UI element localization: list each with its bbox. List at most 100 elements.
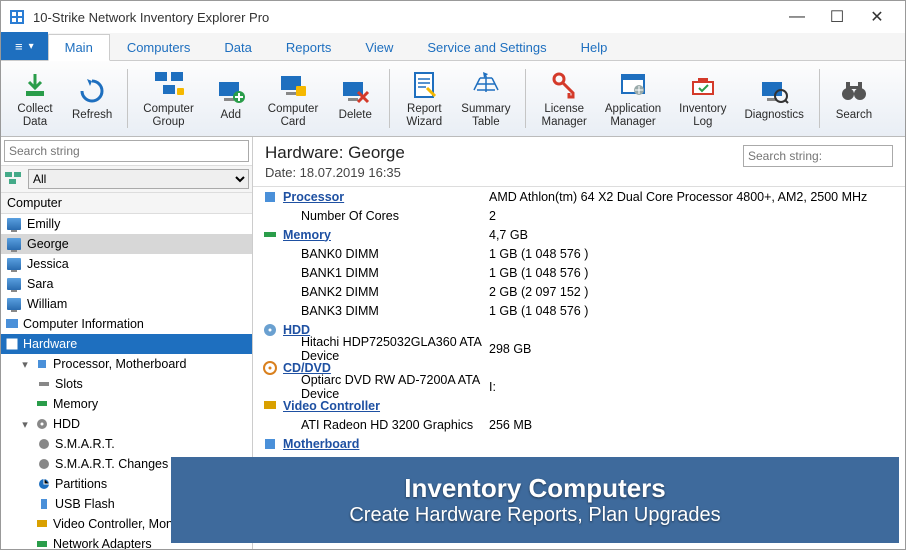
application-manager-button[interactable]: ApplicationManager <box>596 65 670 132</box>
row-bank3: BANK3 DIMM1 GB (1 048 576 ) <box>253 301 905 320</box>
row-bank0: BANK0 DIMM1 GB (1 048 576 ) <box>253 244 905 263</box>
smart-icon <box>37 437 51 451</box>
page-date: Date: 18.07.2019 16:35 <box>265 165 743 180</box>
row-hdd-item: Hitachi HDP725032GLA360 ATA Device298 GB <box>253 339 905 358</box>
hdd-icon <box>263 323 281 337</box>
computer-card-button[interactable]: ComputerCard <box>259 65 328 132</box>
banner-subtitle: Create Hardware Reports, Plan Upgrades <box>349 504 720 527</box>
detail-search-input[interactable] <box>743 145 893 167</box>
section-processor[interactable]: ProcessorAMD Athlon(tm) 64 X2 Dual Core … <box>253 187 905 206</box>
row-bank2: BANK2 DIMM2 GB (2 097 152 ) <box>253 282 905 301</box>
computer-list: Emilly George Jessica Sara William <box>1 214 252 314</box>
cpu-icon <box>263 190 281 204</box>
computer-item[interactable]: William <box>1 294 252 314</box>
filter-icon <box>4 170 24 188</box>
computer-item[interactable]: Jessica <box>1 254 252 274</box>
toolbar: CollectData Refresh ComputerGroup Add Co… <box>1 61 905 137</box>
banner-title: Inventory Computers <box>404 473 666 504</box>
license-manager-button[interactable]: LicenseManager <box>532 65 595 132</box>
row-cores: Number Of Cores2 <box>253 206 905 225</box>
ribbon-tabs: ≡▾ Main Computers Data Reports View Serv… <box>1 33 905 61</box>
add-button[interactable]: Add <box>203 65 259 132</box>
add-computer-icon <box>214 74 248 108</box>
memory-icon <box>35 397 49 411</box>
tab-view[interactable]: View <box>348 34 410 60</box>
titlebar: 10-Strike Network Inventory Explorer Pro… <box>1 1 905 33</box>
summary-table-button[interactable]: SummaryTable <box>452 65 519 132</box>
tab-main[interactable]: Main <box>48 34 110 61</box>
maximize-button[interactable]: ☐ <box>817 3 857 31</box>
search-button[interactable]: Search <box>826 65 882 132</box>
diagnostics-icon <box>757 74 791 108</box>
minimize-button[interactable]: — <box>777 3 817 31</box>
computer-icon <box>7 218 21 230</box>
promo-banner: Inventory Computers Create Hardware Repo… <box>171 457 899 543</box>
computer-icon <box>7 238 21 250</box>
section-video[interactable]: Video Controller <box>253 396 905 415</box>
computer-icon <box>7 278 21 290</box>
computer-icon <box>7 258 21 270</box>
info-icon <box>5 317 19 331</box>
tab-reports[interactable]: Reports <box>269 34 349 60</box>
report-wizard-button[interactable]: ReportWizard <box>396 65 452 132</box>
refresh-button[interactable]: Refresh <box>63 65 121 132</box>
inventory-log-icon <box>686 68 720 102</box>
computer-group-button[interactable]: ComputerGroup <box>134 65 203 132</box>
network-icon <box>35 537 49 549</box>
hdd-icon <box>35 417 49 431</box>
collect-data-button[interactable]: CollectData <box>7 65 63 132</box>
category-computer-information[interactable]: Computer Information <box>1 314 252 334</box>
computer-card-icon <box>276 68 310 102</box>
cpu-icon <box>35 357 49 371</box>
download-icon <box>18 68 52 102</box>
delete-button[interactable]: Delete <box>327 65 383 132</box>
page-title: Hardware: George <box>265 143 743 163</box>
inventory-log-button[interactable]: InventoryLog <box>670 65 735 132</box>
hardware-icon <box>5 337 19 351</box>
computer-panel-header: Computer <box>1 193 252 214</box>
tab-data[interactable]: Data <box>207 34 268 60</box>
tree-slots[interactable]: Slots <box>1 374 252 394</box>
summary-table-icon <box>469 68 503 102</box>
slots-icon <box>37 377 51 391</box>
section-memory[interactable]: Memory4,7 GB <box>253 225 905 244</box>
tab-service[interactable]: Service and Settings <box>410 34 563 60</box>
computer-icon <box>7 298 21 310</box>
cd-icon <box>263 361 281 375</box>
tree-smart[interactable]: S.M.A.R.T. <box>1 434 252 454</box>
section-motherboard[interactable]: Motherboard <box>253 434 905 453</box>
key-icon <box>547 68 581 102</box>
computer-item[interactable]: George <box>1 234 252 254</box>
tab-help[interactable]: Help <box>564 34 625 60</box>
tree-hdd[interactable]: ▾HDD <box>1 414 252 434</box>
computer-item[interactable]: Emilly <box>1 214 252 234</box>
delete-computer-icon <box>338 74 372 108</box>
window-title: 10-Strike Network Inventory Explorer Pro <box>33 10 777 25</box>
report-wizard-icon <box>407 68 441 102</box>
filter-select[interactable]: All <box>28 169 249 189</box>
sidebar-search-input[interactable] <box>4 140 249 162</box>
computer-item[interactable]: Sara <box>1 274 252 294</box>
tree-memory[interactable]: Memory <box>1 394 252 414</box>
tree-processor[interactable]: ▾Processor, Motherboard <box>1 354 252 374</box>
app-icon <box>9 9 25 25</box>
row-cddvd-item: Optiarc DVD RW AD-7200A ATA DeviceI: <box>253 377 905 396</box>
tab-computers[interactable]: Computers <box>110 34 208 60</box>
refresh-icon <box>75 74 109 108</box>
computer-group-icon <box>152 68 186 102</box>
partitions-icon <box>37 477 51 491</box>
application-icon <box>616 68 650 102</box>
row-bank1: BANK1 DIMM1 GB (1 048 576 ) <box>253 263 905 282</box>
category-hardware[interactable]: Hardware <box>1 334 252 354</box>
file-menu-button[interactable]: ≡▾ <box>1 32 48 60</box>
diagnostics-button[interactable]: Diagnostics <box>735 65 812 132</box>
memory-icon <box>263 230 281 240</box>
monitor-icon <box>263 400 281 412</box>
smart-changes-icon <box>37 457 51 471</box>
close-button[interactable]: ✕ <box>857 3 897 31</box>
binoculars-icon <box>837 74 871 108</box>
monitor-icon <box>35 517 49 531</box>
motherboard-icon <box>263 437 281 451</box>
usb-icon <box>37 497 51 511</box>
row-video-item: ATI Radeon HD 3200 Graphics256 MB <box>253 415 905 434</box>
